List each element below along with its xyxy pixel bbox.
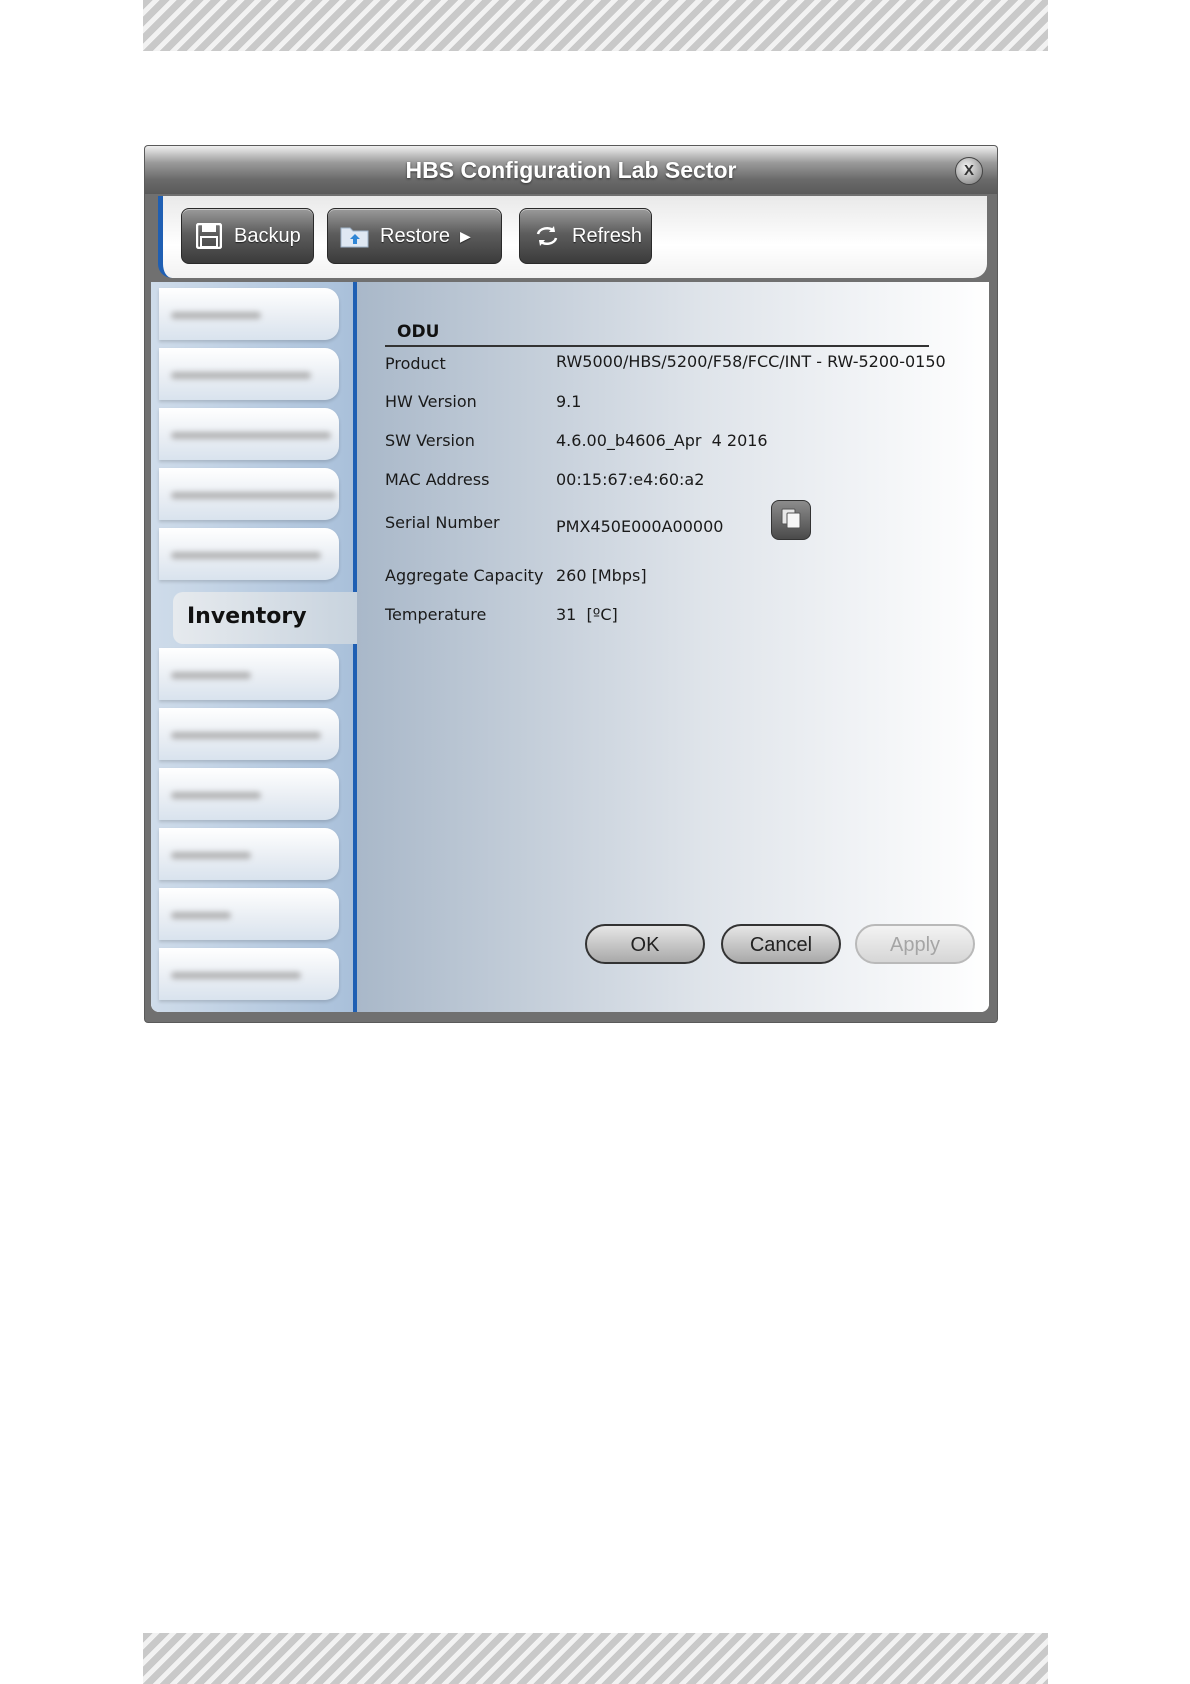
inventory-panel: ODU Product RW5000/HBS/5200/F58/FCC/INT …	[357, 282, 989, 1012]
toolbar: Backup Restore ▶ Refresh	[158, 196, 987, 278]
hw-version-label: HW Version	[385, 392, 477, 411]
serial-number-value: PMX450E000A00000	[556, 517, 724, 536]
refresh-label: Refresh	[572, 224, 643, 247]
mac-address-label: MAC Address	[385, 470, 490, 489]
sidebar-item-blurred[interactable]	[159, 528, 339, 580]
restore-button[interactable]: Restore ▶	[327, 208, 502, 264]
sidebar-item-blurred[interactable]	[159, 888, 339, 940]
sw-version-label: SW Version	[385, 431, 475, 450]
refresh-icon	[532, 221, 562, 251]
backup-label: Backup	[234, 224, 301, 247]
product-label: Product	[385, 354, 446, 373]
sidebar-item-blurred[interactable]	[159, 828, 339, 880]
restore-label: Restore	[380, 224, 451, 247]
section-divider	[385, 345, 929, 347]
copy-icon	[780, 507, 802, 533]
cancel-button[interactable]: Cancel	[721, 924, 841, 964]
sidebar-item-blurred[interactable]	[159, 288, 339, 340]
sidebar-item-blurred[interactable]	[159, 708, 339, 760]
temperature-label: Temperature	[385, 605, 487, 624]
aggregate-capacity-value: 260 [Mbps]	[556, 566, 647, 585]
mac-address-value: 00:15:67:e4:60:a2	[556, 470, 705, 489]
sidebar-item-inventory[interactable]: Inventory	[173, 592, 357, 644]
dialog-body: Inventory ODU Product RW5000/HBS/5200/F5…	[151, 282, 989, 1012]
title-bar: HBS Configuration Lab Sector X	[145, 146, 997, 194]
caret-right-icon: ▶	[460, 227, 471, 244]
serial-number-label: Serial Number	[385, 513, 500, 532]
sidebar-item-blurred[interactable]	[159, 348, 339, 400]
sw-version-value: 4.6.00_b4606_Apr 4 2016	[556, 431, 768, 450]
section-title: ODU	[397, 322, 440, 342]
config-window: HBS Configuration Lab Sector X Backup Re…	[145, 146, 997, 1022]
sidebar-item-blurred[interactable]	[159, 948, 339, 1000]
sidebar-item-label: Inventory	[187, 604, 307, 629]
close-button[interactable]: X	[955, 157, 983, 185]
apply-button[interactable]: Apply	[855, 924, 975, 964]
close-icon: X	[963, 162, 974, 179]
sidebar-item-blurred[interactable]	[159, 408, 339, 460]
floppy-disk-icon	[194, 221, 224, 251]
aggregate-capacity-label: Aggregate Capacity	[385, 566, 544, 585]
ok-button[interactable]: OK	[585, 924, 705, 964]
folder-upload-icon	[340, 221, 370, 251]
sidebar-item-blurred[interactable]	[159, 468, 339, 520]
copy-serial-button[interactable]	[771, 500, 811, 540]
backup-button[interactable]: Backup	[181, 208, 314, 264]
hw-version-value: 9.1	[556, 392, 582, 411]
top-stripe-band	[143, 0, 1048, 51]
window-title: HBS Configuration Lab Sector	[405, 157, 737, 183]
refresh-button[interactable]: Refresh	[519, 208, 652, 264]
sidebar-item-blurred[interactable]	[159, 648, 339, 700]
product-value: RW5000/HBS/5200/F58/FCC/INT - RW-5200-01…	[556, 352, 946, 371]
sidebar-item-blurred[interactable]	[159, 768, 339, 820]
temperature-value: 31 [ºC]	[556, 605, 618, 624]
sidebar: Inventory	[151, 282, 357, 1012]
bottom-stripe-band	[143, 1633, 1048, 1684]
